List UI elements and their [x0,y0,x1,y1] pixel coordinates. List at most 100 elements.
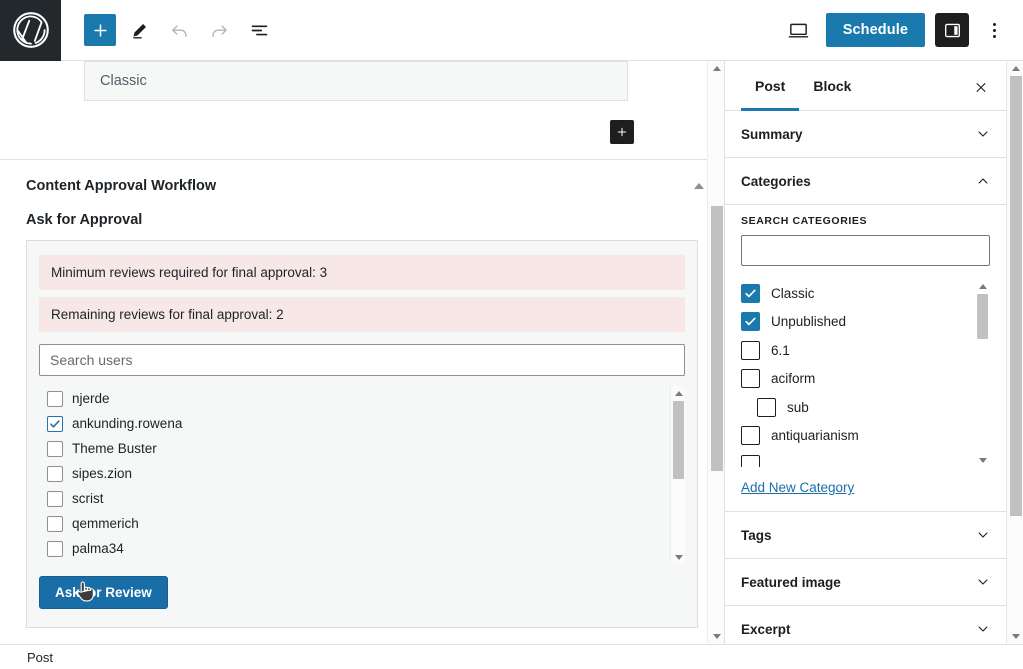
page-scrollbar[interactable] [1006,61,1023,644]
user-name: sipes.zion [72,466,132,481]
user-checkbox[interactable] [47,466,63,482]
list-item[interactable]: ankunding.rowena [47,411,685,436]
document-type-label: Post [27,650,53,665]
classic-block[interactable]: Classic [84,61,628,101]
category-checkbox[interactable] [741,369,760,388]
category-checkbox[interactable] [757,398,776,417]
settings-sidebar-toggle[interactable] [935,13,969,47]
metabox-title: Content Approval Workflow [26,178,216,194]
panel-title: Excerpt [741,622,791,637]
category-checkbox[interactable] [741,312,760,331]
list-item[interactable]: 6.1 [741,336,974,365]
settings-sidebar: Post Block Summary Categories SEARCH CAT… [724,61,1006,644]
document-outline-icon [249,20,270,41]
search-users-input[interactable] [39,344,685,376]
user-checkbox[interactable] [47,441,63,457]
editor-scrollbar[interactable] [707,61,724,644]
kebab-dot [993,29,996,32]
tab-block[interactable]: Block [799,61,865,111]
categories-checkbox-list: Classic Unpublished 6.1 [741,279,990,467]
redo-button[interactable] [202,13,236,47]
user-list-scrollbar[interactable] [670,386,685,564]
list-item[interactable]: antiquarianism [741,422,974,451]
scroll-down-arrow-icon[interactable] [975,453,990,467]
scrollbar-thumb[interactable] [673,401,684,479]
close-sidebar-button[interactable] [968,74,994,100]
classic-block-label: Classic [100,73,147,89]
category-checkbox[interactable] [741,455,760,467]
approval-panel: Minimum reviews required for final appro… [26,240,698,628]
scroll-up-arrow-icon[interactable] [975,279,990,293]
checkmark-icon [744,287,757,300]
user-checkbox[interactable] [47,541,63,557]
list-view-button[interactable] [242,13,276,47]
category-checkbox[interactable] [741,341,760,360]
plus-icon [616,125,628,139]
category-checkbox[interactable] [741,426,760,445]
list-item[interactable]: aciform [741,365,974,394]
user-name: scrist [72,491,104,506]
list-item[interactable]: Theme Buster [47,436,685,461]
scroll-down-arrow-icon[interactable] [671,550,685,564]
content-approval-metabox: Content Approval Workflow Ask for Approv… [0,160,724,644]
scroll-up-arrow-icon[interactable] [708,61,725,76]
undo-button[interactable] [162,13,196,47]
schedule-button[interactable]: Schedule [826,13,925,47]
panel-excerpt[interactable]: Excerpt [725,606,1006,644]
panel-title: Summary [741,127,803,142]
ask-for-review-button[interactable]: Ask for Review [39,576,168,609]
tools-edit-button[interactable] [122,13,156,47]
kebab-dot [993,35,996,38]
pencil-icon [130,21,149,40]
user-checkbox[interactable] [47,516,63,532]
user-checkbox[interactable] [47,391,63,407]
category-checkbox[interactable] [741,284,760,303]
list-item[interactable] [741,450,974,467]
panel-categories[interactable]: Categories [725,158,1006,205]
tab-post[interactable]: Post [741,61,799,111]
add-new-category-link[interactable]: Add New Category [741,480,854,495]
block-appender-button[interactable] [610,120,634,144]
list-item[interactable]: njerde [47,386,685,411]
user-name: Theme Buster [72,441,157,456]
list-item[interactable]: sub [741,393,974,422]
chevron-down-icon [976,528,990,542]
list-item[interactable]: qemmerich [47,511,685,536]
user-name: qemmerich [72,516,139,531]
search-categories-input[interactable] [741,235,990,266]
scroll-up-arrow-icon[interactable] [671,386,685,400]
scroll-up-arrow-icon[interactable] [1007,61,1023,76]
list-item[interactable]: palma34 [47,536,685,561]
list-item[interactable]: scrist [47,486,685,511]
search-categories-label: SEARCH CATEGORIES [741,215,990,227]
chevron-down-icon [976,127,990,141]
notice-remaining-reviews: Remaining reviews for final approval: 2 [39,297,685,332]
more-menu-button[interactable] [979,13,1009,47]
panel-featured-image[interactable]: Featured image [725,559,1006,606]
list-item[interactable]: Classic [741,279,974,308]
checkmark-icon [49,418,61,430]
scrollbar-thumb[interactable] [977,294,988,339]
scroll-down-arrow-icon[interactable] [1007,629,1023,644]
user-checkbox[interactable] [47,416,63,432]
panel-tags[interactable]: Tags [725,512,1006,559]
wordpress-logo-icon[interactable] [0,0,61,61]
user-checkbox[interactable] [47,491,63,507]
toolbar-left-group [61,13,276,47]
categories-scrollbar[interactable] [975,279,990,467]
add-block-button[interactable] [84,14,116,46]
list-item[interactable]: Unpublished [741,308,974,337]
list-item[interactable]: orie92 [47,561,685,564]
preview-button[interactable] [782,13,816,47]
scroll-down-arrow-icon[interactable] [708,629,725,644]
ask-for-approval-heading: Ask for Approval [0,204,724,240]
scrollbar-thumb[interactable] [711,206,723,471]
wordpress-block-editor: Schedule Classic [0,0,1023,669]
kebab-dot [993,23,996,26]
panel-summary[interactable]: Summary [725,111,1006,158]
notice-minimum-reviews: Minimum reviews required for final appro… [39,255,685,290]
scrollbar-thumb[interactable] [1010,76,1022,516]
content-approval-feedback-heading: Content Approval Feedback ( 0 ) [0,628,724,644]
category-name: Classic [771,286,815,301]
list-item[interactable]: sipes.zion [47,461,685,486]
